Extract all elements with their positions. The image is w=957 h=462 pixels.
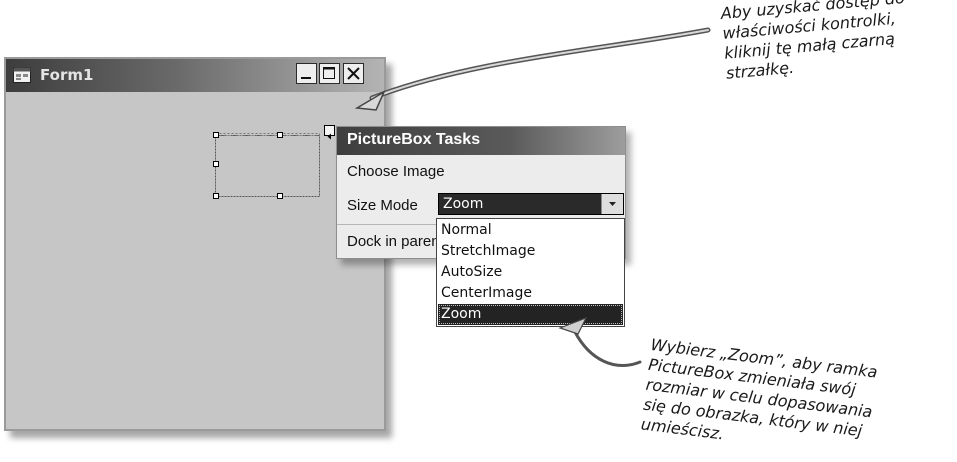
- arrow-to-smart-tag: [369, 27, 711, 101]
- arrow-to-zoom: [573, 330, 642, 367]
- arrow-head-top: [354, 90, 386, 111]
- arrow-head-bottom: [558, 316, 588, 335]
